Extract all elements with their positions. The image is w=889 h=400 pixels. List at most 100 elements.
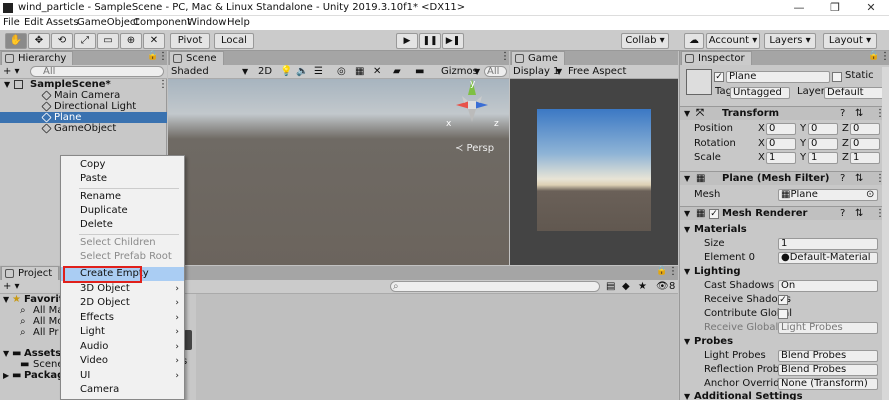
menu-edit[interactable]: Edit bbox=[24, 16, 43, 30]
move-tool-button[interactable]: ✥ bbox=[28, 33, 50, 49]
layout-dropdown[interactable]: Layout ▾ bbox=[823, 33, 877, 49]
tab-scene[interactable]: Scene bbox=[169, 51, 224, 65]
position-z-input[interactable]: 0 bbox=[850, 123, 880, 135]
custom-tools-icon[interactable]: ▬ bbox=[415, 65, 424, 78]
active-checkbox[interactable]: ✓ bbox=[714, 72, 724, 82]
hierarchy-item-selected[interactable]: Plane bbox=[0, 112, 167, 123]
hierarchy-add-button[interactable]: + ▾ bbox=[3, 65, 20, 78]
mesh-filter-header[interactable]: ▼ ▦ Plane (Mesh Filter) ? ⇅ ⋮ bbox=[680, 171, 889, 185]
restore-button[interactable]: ❐ bbox=[817, 0, 853, 16]
pause-button[interactable]: ❚❚ bbox=[419, 33, 441, 49]
cloud-button[interactable]: ☁ bbox=[684, 33, 704, 49]
project-content-area[interactable]: s bbox=[182, 294, 678, 400]
play-button[interactable]: ▶ bbox=[396, 33, 418, 49]
position-y-input[interactable]: 0 bbox=[808, 123, 838, 135]
gizmo-center[interactable] bbox=[468, 101, 476, 109]
aspect-dropdown[interactable]: Free Aspect bbox=[568, 65, 626, 78]
light-probes-dropdown[interactable]: Blend Probes bbox=[778, 350, 878, 362]
layers-dropdown[interactable]: Layers ▾ bbox=[764, 33, 816, 49]
position-x-input[interactable]: 0 bbox=[766, 123, 796, 135]
menu-help[interactable]: Help bbox=[227, 16, 250, 30]
hand-tool-button[interactable]: ✋ bbox=[5, 33, 27, 49]
filter-label-icon[interactable]: ◆ bbox=[622, 280, 630, 293]
scale-x-input[interactable]: 1 bbox=[766, 152, 796, 164]
anchor-override-field[interactable]: None (Transform) bbox=[778, 378, 878, 390]
menu-item-effects[interactable]: Effects › bbox=[61, 311, 184, 325]
inspector-scrollbar[interactable] bbox=[882, 67, 889, 400]
display-dropdown[interactable]: Display 1 bbox=[513, 65, 559, 78]
presets-icon[interactable]: ⇅ bbox=[855, 107, 863, 121]
object-name-input[interactable]: Plane bbox=[726, 71, 830, 83]
reflection-probes-dropdown[interactable]: Blend Probes bbox=[778, 364, 878, 376]
material-field[interactable]: ●Default-Material bbox=[778, 252, 878, 264]
x-axis-cone[interactable] bbox=[456, 101, 470, 109]
rotation-x-input[interactable]: 0 bbox=[766, 138, 796, 150]
help-icon[interactable]: ? bbox=[840, 172, 845, 186]
hierarchy-item[interactable]: Directional Light bbox=[0, 101, 167, 112]
hidden-objects-icon[interactable]: ◎ bbox=[337, 65, 346, 78]
menu-assets[interactable]: Assets bbox=[46, 16, 79, 30]
tag-dropdown[interactable]: Untagged bbox=[730, 87, 790, 99]
hidden-packages-icon[interactable]: 👁 bbox=[656, 280, 669, 293]
close-button[interactable]: ✕ bbox=[853, 0, 889, 16]
shading-mode-dropdown[interactable]: Shaded bbox=[171, 65, 209, 78]
menu-item-copy[interactable]: Copy bbox=[61, 158, 184, 172]
hierarchy-item[interactable]: GameObject bbox=[0, 123, 167, 134]
panel-menu-icon[interactable]: ⋮ bbox=[500, 51, 510, 62]
rotate-tool-button[interactable]: ⟲ bbox=[51, 33, 73, 49]
menu-file[interactable]: File bbox=[3, 16, 20, 30]
lighting-foldout[interactable]: ▼ Lighting bbox=[680, 265, 889, 279]
menu-item-ui[interactable]: UI › bbox=[61, 369, 184, 383]
menu-item-rename[interactable]: Rename bbox=[61, 190, 184, 204]
project-search-input[interactable]: ⌕ bbox=[390, 281, 600, 292]
tab-project[interactable]: Project bbox=[1, 266, 60, 280]
project-add-button[interactable]: + ▾ bbox=[3, 280, 20, 293]
rotation-y-input[interactable]: 0 bbox=[808, 138, 838, 150]
hierarchy-search-input[interactable]: All bbox=[30, 66, 164, 77]
scale-tool-button[interactable]: ⤢ bbox=[74, 33, 96, 49]
tab-inspector[interactable]: Inspector bbox=[681, 51, 752, 65]
probes-foldout[interactable]: ▼ Probes bbox=[680, 335, 889, 349]
hierarchy-item[interactable]: Main Camera bbox=[0, 90, 167, 101]
presets-icon[interactable]: ⇅ bbox=[855, 207, 863, 221]
menu-window[interactable]: Window bbox=[187, 16, 226, 30]
menu-item-video[interactable]: Video › bbox=[61, 354, 184, 368]
panel-menu-icon[interactable]: ⋮ bbox=[158, 51, 168, 62]
rotation-z-input[interactable]: 0 bbox=[850, 138, 880, 150]
additional-settings-foldout[interactable]: ▼ Additional Settings bbox=[680, 390, 889, 400]
scale-y-input[interactable]: 1 bbox=[808, 152, 838, 164]
static-checkbox[interactable] bbox=[832, 72, 842, 82]
presets-icon[interactable]: ⇅ bbox=[855, 172, 863, 186]
tab-hierarchy[interactable]: Hierarchy bbox=[1, 51, 74, 65]
mesh-renderer-header[interactable]: ▼ ▦ ✓ Mesh Renderer ? ⇅ ⋮ bbox=[680, 206, 889, 220]
scene-menu-icon[interactable]: ⋮ bbox=[158, 79, 168, 90]
rect-tool-button[interactable]: ▭ bbox=[97, 33, 119, 49]
lighting-toggle-icon[interactable]: 💡 bbox=[280, 65, 292, 78]
scene-search-input[interactable]: All bbox=[484, 66, 507, 77]
tab-game[interactable]: Game bbox=[511, 51, 565, 65]
menu-gameobject[interactable]: GameObject bbox=[77, 16, 139, 30]
materials-foldout[interactable]: ▼ Materials bbox=[680, 223, 889, 237]
scene-row[interactable]: ▼ SampleScene* ⋮ bbox=[0, 79, 168, 90]
contribute-gi-checkbox[interactable] bbox=[778, 309, 788, 319]
neg-y-axis-cone[interactable] bbox=[468, 109, 476, 122]
lock-icon[interactable]: 🔒 bbox=[147, 51, 158, 61]
favorite-icon[interactable]: ★ bbox=[638, 280, 647, 293]
local-toggle[interactable]: Local bbox=[214, 33, 254, 49]
menu-item-camera[interactable]: Camera bbox=[61, 383, 184, 397]
menu-component[interactable]: Component bbox=[133, 16, 191, 30]
layer-dropdown[interactable]: Default bbox=[824, 87, 884, 99]
panel-menu-icon[interactable]: ⋮ bbox=[668, 266, 678, 277]
step-button[interactable]: ▶❚ bbox=[442, 33, 464, 49]
tools-settings-icon[interactable]: ✕ bbox=[373, 65, 381, 78]
account-dropdown[interactable]: Account ▾ bbox=[706, 33, 760, 49]
mesh-renderer-enabled-checkbox[interactable]: ✓ bbox=[709, 209, 719, 219]
panel-menu-icon[interactable]: ⋮ bbox=[880, 51, 889, 62]
2d-toggle[interactable]: 2D bbox=[258, 65, 272, 78]
lock-icon[interactable]: 🔒 bbox=[868, 51, 879, 61]
help-icon[interactable]: ? bbox=[840, 107, 845, 121]
menu-item-delete[interactable]: Delete bbox=[61, 218, 184, 232]
materials-size-input[interactable]: 1 bbox=[778, 238, 878, 250]
effects-toggle-icon[interactable]: ☰ bbox=[314, 65, 323, 78]
menu-item-light[interactable]: Light › bbox=[61, 325, 184, 339]
